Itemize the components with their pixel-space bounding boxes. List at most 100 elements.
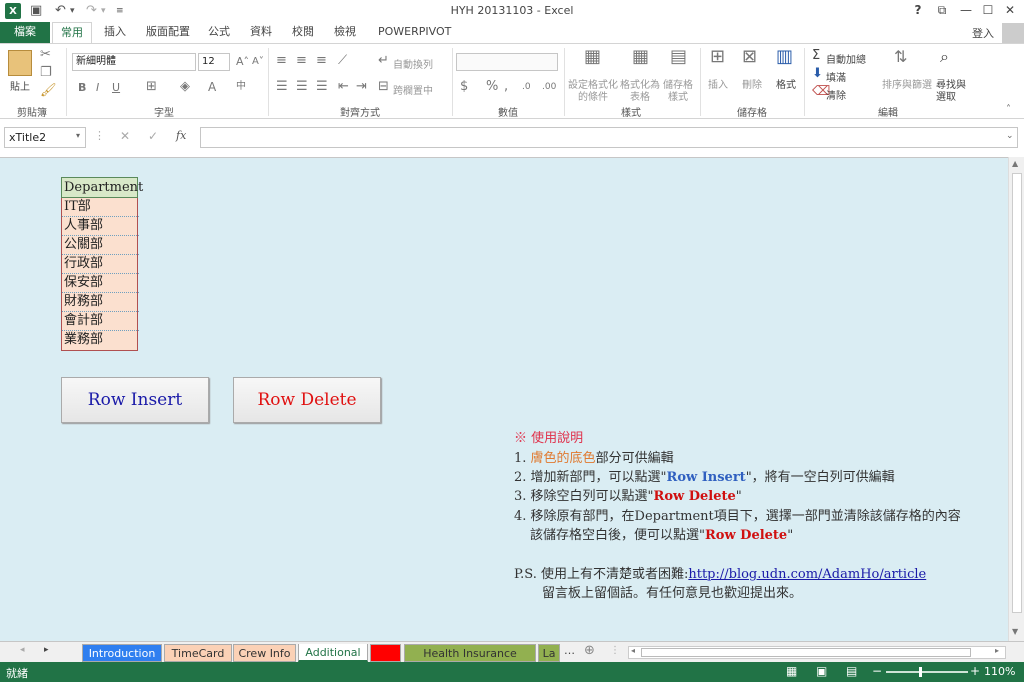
- h-scroll-thumb[interactable]: [641, 648, 971, 657]
- italic-icon[interactable]: I: [96, 81, 99, 95]
- collapse-ribbon-icon[interactable]: ˄: [1006, 104, 1011, 115]
- insert-cells-icon[interactable]: ⊞: [710, 48, 725, 66]
- decrease-decimal-icon[interactable]: .00: [542, 80, 556, 94]
- scroll-left-icon[interactable]: ◂: [631, 646, 635, 655]
- increase-decimal-icon[interactable]: .0: [522, 80, 531, 94]
- department-cell[interactable]: 公關部: [62, 236, 139, 255]
- vertical-scrollbar[interactable]: ▲ ▼: [1008, 157, 1024, 641]
- next-sheet-icon[interactable]: ▸: [44, 645, 49, 655]
- borders-icon[interactable]: ⊞: [146, 80, 157, 94]
- increase-indent-icon[interactable]: ⇥: [356, 80, 367, 94]
- clear-button[interactable]: 清除: [826, 87, 846, 102]
- help-button[interactable]: ?: [908, 3, 928, 17]
- tab-review[interactable]: 校閱: [284, 22, 322, 44]
- delete-cells-icon[interactable]: ⊠: [742, 48, 757, 66]
- sheet-tab[interactable]: ---: [370, 644, 401, 662]
- row-insert-button[interactable]: Row Insert: [61, 377, 209, 423]
- number-format-combo[interactable]: [456, 53, 558, 71]
- fill-button[interactable]: 填滿: [826, 69, 846, 84]
- insert-function-icon[interactable]: fx: [176, 129, 186, 142]
- cut-icon[interactable]: ✂: [40, 48, 51, 62]
- scroll-up-icon[interactable]: ▲: [1012, 159, 1018, 168]
- zoom-slider-thumb[interactable]: [919, 667, 922, 677]
- cell-styles-icon[interactable]: ▤: [670, 48, 687, 66]
- scroll-right-icon[interactable]: ▸: [995, 646, 999, 655]
- normal-view-icon[interactable]: ▦: [786, 664, 797, 678]
- percent-icon[interactable]: %: [486, 80, 498, 94]
- enter-icon[interactable]: ✓: [148, 129, 158, 143]
- department-cell[interactable]: 會計部: [62, 312, 139, 331]
- minimize-button[interactable]: —: [956, 3, 976, 17]
- copy-icon[interactable]: ❐: [40, 66, 52, 80]
- zoom-slider[interactable]: [886, 667, 968, 677]
- font-color-icon[interactable]: A: [208, 80, 216, 94]
- tab-formulas[interactable]: 公式: [200, 22, 238, 44]
- paste-icon[interactable]: [8, 50, 32, 76]
- wrap-text-button[interactable]: 自動換列: [393, 56, 433, 71]
- format-cells-button[interactable]: 格式: [776, 76, 796, 91]
- conditional-format-icon[interactable]: ▦: [584, 48, 601, 66]
- expand-formula-bar-icon[interactable]: ⌄: [1006, 131, 1014, 141]
- paste-button[interactable]: 貼上: [10, 78, 30, 93]
- comma-icon[interactable]: ,: [504, 80, 508, 94]
- insert-cells-button[interactable]: 插入: [708, 76, 728, 91]
- sheet-tab[interactable]: Additional: [298, 644, 368, 662]
- tab-split-grip-icon[interactable]: ⋮: [610, 645, 620, 656]
- name-box[interactable]: xTitle2: [4, 127, 86, 148]
- autosum-icon[interactable]: Σ: [812, 49, 820, 63]
- formula-input[interactable]: [200, 127, 1018, 148]
- format-painter-icon[interactable]: 🖌: [40, 84, 57, 98]
- sort-filter-button[interactable]: 排序與篩選: [882, 76, 932, 91]
- tab-insert[interactable]: 插入: [96, 22, 134, 44]
- tab-powerpivot[interactable]: POWERPIVOT: [370, 22, 459, 44]
- tab-file[interactable]: 檔案: [0, 22, 50, 44]
- new-sheet-button[interactable]: ⊕: [584, 643, 595, 658]
- scroll-thumb[interactable]: [1012, 173, 1022, 613]
- ribbon-display-options-icon[interactable]: ⧉: [932, 3, 952, 18]
- blog-link[interactable]: http://blog.udn.com/AdamHo/article: [688, 567, 926, 582]
- wrap-text-icon[interactable]: ↵: [378, 54, 389, 68]
- tab-data[interactable]: 資料: [242, 22, 280, 44]
- fill-color-icon[interactable]: ◈: [180, 80, 190, 94]
- scroll-down-icon[interactable]: ▼: [1012, 627, 1018, 636]
- sign-in-link[interactable]: 登入: [972, 25, 994, 41]
- currency-icon[interactable]: $: [460, 80, 468, 94]
- align-left-icon[interactable]: ☰: [276, 80, 288, 94]
- merge-center-icon[interactable]: ⊟: [378, 80, 389, 94]
- row-delete-button[interactable]: Row Delete: [233, 377, 381, 423]
- department-cell[interactable]: IT部: [62, 198, 139, 217]
- align-right-icon[interactable]: ☰: [316, 80, 328, 94]
- close-button[interactable]: ✕: [1000, 3, 1020, 17]
- department-cell[interactable]: 保安部: [62, 274, 139, 293]
- underline-icon[interactable]: U: [112, 81, 120, 95]
- decrease-font-icon[interactable]: A˅: [252, 55, 264, 69]
- worksheet-area[interactable]: Department IT部 人事部 公關部 行政部 保安部 財務部 會計部 業…: [0, 157, 1008, 641]
- merge-center-button[interactable]: 跨欄置中: [393, 82, 433, 97]
- sheet-tab[interactable]: TimeCard: [164, 644, 232, 662]
- align-bottom-icon[interactable]: ≡: [316, 54, 327, 68]
- more-sheets-icon[interactable]: …: [564, 644, 575, 657]
- page-layout-view-icon[interactable]: ▣: [816, 664, 827, 678]
- prev-sheet-icon[interactable]: ◂: [20, 645, 25, 655]
- format-cells-icon[interactable]: ▥: [776, 48, 793, 66]
- maximize-button[interactable]: ☐: [978, 3, 998, 17]
- zoom-level[interactable]: 110%: [984, 665, 1015, 678]
- sort-filter-icon[interactable]: ⇅: [894, 49, 907, 65]
- align-top-icon[interactable]: ≡: [276, 54, 287, 68]
- horizontal-scrollbar[interactable]: ◂ ▸: [628, 646, 1006, 659]
- autosum-button[interactable]: 自動加總: [826, 51, 866, 66]
- decrease-indent-icon[interactable]: ⇤: [338, 80, 349, 94]
- department-cell[interactable]: 業務部: [62, 331, 139, 350]
- font-name-combo[interactable]: 新細明體: [72, 53, 196, 71]
- cancel-icon[interactable]: ✕: [120, 129, 130, 143]
- font-size-combo[interactable]: 12: [198, 53, 230, 71]
- delete-cells-button[interactable]: 刪除: [742, 76, 762, 91]
- name-box-dropdown-icon[interactable]: ▾: [76, 131, 80, 140]
- zoom-out-icon[interactable]: −: [872, 664, 882, 678]
- bold-icon[interactable]: B: [78, 81, 86, 95]
- align-center-icon[interactable]: ☰: [296, 80, 308, 94]
- tab-page-layout[interactable]: 版面配置: [138, 22, 198, 44]
- department-cell[interactable]: 財務部: [62, 293, 139, 312]
- tab-view[interactable]: 檢視: [326, 22, 364, 44]
- zoom-in-icon[interactable]: +: [970, 664, 980, 678]
